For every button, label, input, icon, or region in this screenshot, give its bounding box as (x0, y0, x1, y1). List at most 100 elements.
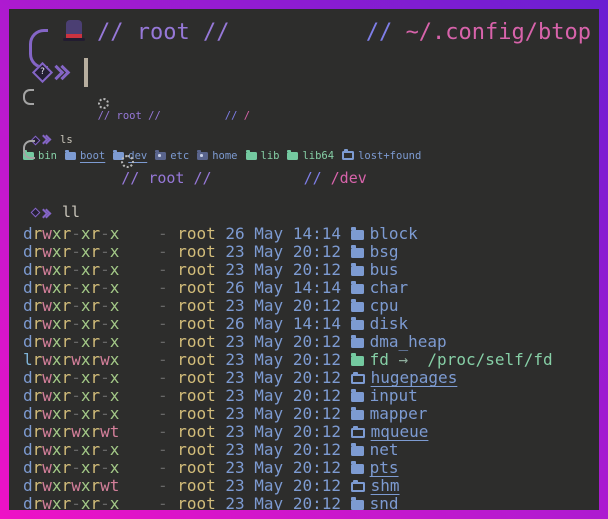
owner: root (177, 332, 216, 351)
permissions: drwxr-xr-x (23, 242, 119, 261)
file-name: pts (370, 458, 399, 477)
terminal-screen[interactable]: // root // // ~/.config/btop ? // root /… (9, 9, 599, 510)
owner: root (177, 458, 216, 477)
permissions: drwxr-xr-x (23, 386, 119, 405)
command-text: ll (62, 204, 80, 221)
size: - (158, 332, 168, 351)
spinner-icon (121, 155, 134, 168)
permissions: lrwxrwxrwx (23, 350, 119, 369)
modified-date: 23 May 20:12 (225, 422, 341, 441)
modified-date: 26 May 14:14 (225, 278, 341, 297)
folder-open-icon (351, 374, 365, 384)
size: - (158, 440, 168, 459)
file-row: drwxr-xr-x - root 23 May 20:12 pts (23, 459, 553, 477)
folder-open-icon (351, 428, 365, 438)
file-name: hugepages (371, 368, 458, 387)
folder-closed-icon (351, 392, 364, 402)
owner: root (177, 368, 216, 387)
file-row: lrwxrwxrwx - root 23 May 20:12 fd → /pro… (23, 351, 553, 369)
folder-closed-icon (351, 500, 364, 510)
modified-date: 23 May 20:12 (225, 476, 341, 495)
size: - (158, 386, 168, 405)
owner: root (177, 494, 216, 510)
file-row: drwxr-xr-x - root 23 May 20:12 bus (23, 261, 553, 279)
root-hat-icon (63, 20, 85, 41)
modified-date: 26 May 14:14 (225, 224, 341, 243)
file-row: drwxr-xr-x - root 23 May 20:12 bsg (23, 243, 553, 261)
permissions: drwxrwxrwt (23, 476, 119, 495)
file-row: drwxr-xr-x - root 23 May 20:12 hugepages (23, 369, 553, 387)
owner: root (177, 260, 216, 279)
owner: root (177, 296, 216, 315)
permissions: drwxr-xr-x (23, 296, 119, 315)
folder-closed-icon (351, 248, 364, 258)
modified-date: 23 May 20:12 (225, 404, 341, 423)
permissions: drwxr-xr-x (23, 494, 119, 510)
prompt-bracket-icon (23, 89, 34, 105)
prompt-bracket-icon (23, 140, 35, 159)
prompt-path-segment: // ~/.config/btop (366, 19, 591, 47)
permissions: drwxr-xr-x (23, 332, 119, 351)
file-row: drwxr-xr-x - root 26 May 14:14 char (23, 279, 553, 297)
file-name: snd (370, 494, 399, 510)
folder-closed-icon (351, 410, 364, 420)
folder-closed-icon (351, 302, 364, 312)
modified-date: 23 May 20:12 (225, 494, 341, 510)
prompt-chevron-icon (56, 63, 68, 82)
file-name: mapper (370, 404, 428, 423)
file-name: bsg (370, 242, 399, 261)
owner: root (177, 476, 216, 495)
file-row: drwxrwxrwt - root 23 May 20:12 mqueue (23, 423, 553, 441)
file-row: drwxr-xr-x - root 23 May 20:12 net (23, 441, 553, 459)
owner: root (177, 314, 216, 333)
modified-date: 23 May 20:12 (225, 458, 341, 477)
owner: root (177, 350, 216, 369)
permissions: drwxr-xr-x (23, 458, 119, 477)
folder-closed-icon (351, 266, 364, 276)
owner: root (177, 386, 216, 405)
size: - (158, 350, 168, 369)
permissions: drwxr-xr-x (23, 440, 119, 459)
ll-output: drwxr-xr-x - root 26 May 14:14 blockdrwx… (23, 225, 553, 510)
size: - (158, 494, 168, 510)
prompt-path: /dev (331, 169, 367, 187)
file-name: char (370, 278, 409, 297)
size: - (158, 422, 168, 441)
size: - (158, 242, 168, 261)
file-name: bus (370, 260, 399, 279)
prompt-user-segment: // root // (121, 169, 211, 187)
file-name: fd (370, 350, 389, 369)
permissions: drwxr-xr-x (23, 314, 119, 333)
modified-date: 23 May 20:12 (225, 440, 341, 459)
size: - (158, 458, 168, 477)
modified-date: 23 May 20:12 (225, 296, 341, 315)
folder-closed-icon (351, 230, 364, 240)
owner: root (177, 440, 216, 459)
file-name: dma_heap (370, 332, 447, 351)
prompt-separator: // (304, 169, 331, 187)
permissions: drwxr-xr-x (23, 404, 119, 423)
file-row: drwxr-xr-x - root 26 May 14:14 disk (23, 315, 553, 333)
folder-closed-icon (351, 320, 364, 330)
permissions: drwxr-xr-x (23, 260, 119, 279)
permissions: drwxrwxrwt (23, 422, 119, 441)
modified-date: 26 May 14:14 (225, 314, 341, 333)
modified-date: 23 May 20:12 (225, 368, 341, 387)
file-name: input (370, 386, 418, 405)
prompt-user-segment: // root // (97, 19, 229, 47)
command-block-ll: // root // // /dev ll drwxr-xr-x - root 2… (23, 136, 553, 510)
text-cursor[interactable] (84, 58, 88, 87)
prompt-separator: // (366, 20, 406, 45)
file-row: drwxr-xr-x - root 26 May 14:14 block (23, 225, 553, 243)
prompt-chevron-icon (44, 204, 50, 221)
permissions: drwxr-xr-x (23, 368, 119, 387)
size: - (158, 476, 168, 495)
modified-date: 23 May 20:12 (225, 242, 341, 261)
file-name: mqueue (371, 422, 429, 441)
permissions: drwxr-xr-x (23, 224, 119, 243)
file-row: drwxr-xr-x - root 23 May 20:12 input (23, 387, 553, 405)
size: - (158, 278, 168, 297)
file-name: net (370, 440, 399, 459)
file-row: drwxr-xr-x - root 23 May 20:12 cpu (23, 297, 553, 315)
owner: root (177, 404, 216, 423)
